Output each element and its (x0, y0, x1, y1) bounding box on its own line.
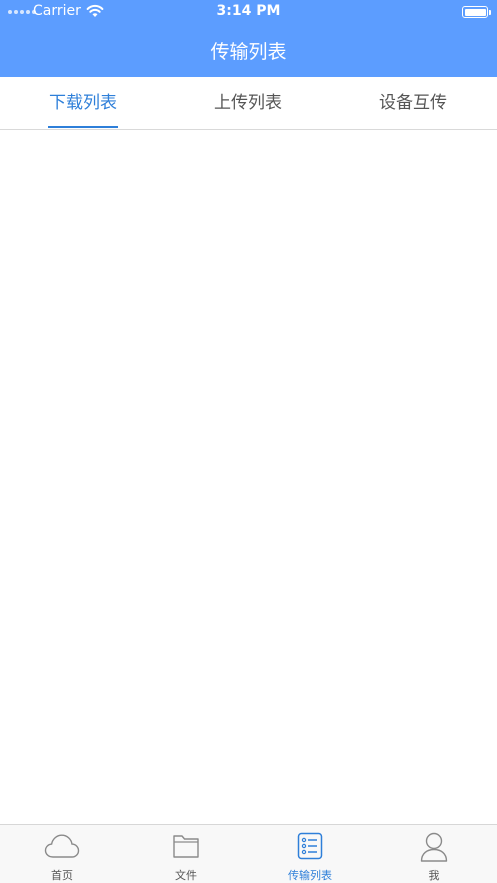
tab-download-list[interactable]: 下载列表 (33, 77, 133, 129)
list-icon (297, 832, 323, 860)
tabbar-label: 我 (428, 869, 440, 882)
bottom-tab-bar: 首页 文件 传输列表 我 (0, 824, 497, 883)
tab-label: 上传列表 (214, 93, 282, 113)
header: Carrier 3:14 PM 传输列表 (0, 0, 497, 77)
tab-device-transfer[interactable]: 设备互传 (363, 77, 463, 129)
tab-label: 设备互传 (379, 93, 447, 113)
tabbar-item-home[interactable]: 首页 (0, 825, 124, 883)
tabbar-item-files[interactable]: 文件 (124, 825, 248, 883)
active-tab-indicator (48, 126, 118, 128)
tabbar-label: 文件 (175, 869, 197, 882)
tabbar-label: 传输列表 (288, 869, 332, 882)
folder-icon (173, 835, 199, 858)
page-title: 传输列表 (210, 41, 287, 63)
status-bar: Carrier 3:14 PM (0, 0, 497, 24)
user-icon (420, 832, 448, 862)
app-screen: Carrier 3:14 PM 传输列表 下载列表 上传列表 设备互传 首页 文… (0, 0, 497, 883)
transfer-tabs: 下载列表 上传列表 设备互传 (0, 77, 497, 130)
cloud-icon (44, 834, 80, 858)
tabbar-item-me[interactable]: 我 (372, 825, 496, 883)
status-time: 3:14 PM (216, 3, 281, 19)
tab-upload-list[interactable]: 上传列表 (198, 77, 298, 129)
transfer-list-content (0, 130, 497, 824)
battery-icon (462, 6, 491, 18)
tabbar-item-transfer-list[interactable]: 传输列表 (248, 825, 372, 883)
tabbar-label: 首页 (51, 869, 73, 882)
tab-label: 下载列表 (49, 93, 117, 113)
